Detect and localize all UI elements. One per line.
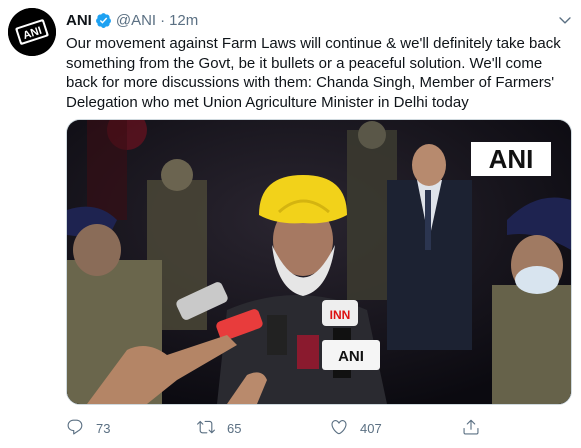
tweet-card[interactable]: ANI ANI @ANI · 12m Our movement against …	[0, 0, 581, 448]
reply-button[interactable]: 73	[66, 416, 110, 438]
reply-icon	[67, 419, 83, 435]
more-options-chevron-down-icon[interactable]	[557, 12, 573, 28]
share-button[interactable]	[462, 416, 492, 438]
tweet-photo[interactable]: INN ANI ANI	[66, 119, 572, 405]
tweet-text: Our movement against Farm Laws will cont…	[66, 35, 561, 111]
verified-badge-icon	[95, 12, 112, 29]
tweet-actions: 73 65 407	[66, 416, 572, 438]
like-count: 407	[360, 420, 382, 436]
mic-label-ani: ANI	[338, 348, 364, 365]
mic-label-inn: INN	[330, 308, 351, 322]
heart-icon	[331, 420, 347, 435]
share-icon	[463, 419, 479, 435]
author-handle[interactable]: @ANI	[116, 12, 156, 29]
ani-watermark: ANI	[489, 144, 534, 174]
retweet-icon	[197, 420, 215, 434]
tweet-timestamp[interactable]: 12m	[169, 12, 198, 29]
tweet-header: ANI @ANI · 12m	[66, 10, 551, 30]
retweet-button[interactable]: 65	[197, 416, 241, 438]
like-button[interactable]: 407	[330, 416, 382, 438]
avatar[interactable]: ANI	[8, 8, 56, 56]
retweet-count: 65	[227, 420, 242, 436]
separator-dot: ·	[160, 11, 166, 29]
author-name[interactable]: ANI	[66, 12, 92, 29]
reply-count: 73	[96, 420, 111, 436]
